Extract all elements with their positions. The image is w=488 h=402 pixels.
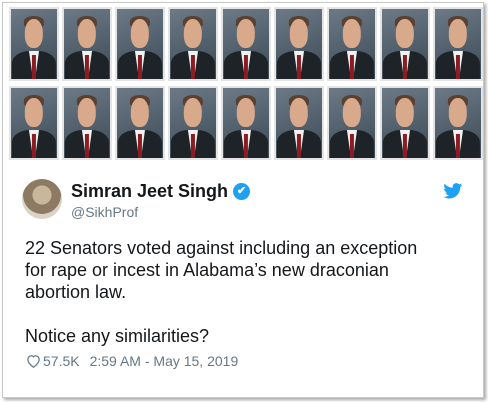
heart-icon[interactable] — [26, 354, 41, 368]
author-name-row[interactable]: Simran Jeet Singh ✔ — [71, 181, 251, 202]
senator-portrait — [62, 86, 112, 160]
senator-portrait — [433, 7, 483, 81]
senator-portrait — [380, 86, 430, 160]
senator-portrait — [327, 7, 377, 81]
senator-portrait — [327, 86, 377, 160]
senator-portrait — [221, 86, 271, 160]
like-count[interactable]: 57.5K — [43, 353, 80, 369]
tweet-meta: 57.5K 2:59 AM - May 15, 2019 — [26, 353, 238, 369]
screenshot-card: Simran Jeet Singh ✔ @SikhProf 22 Senator… — [2, 2, 484, 398]
author-name[interactable]: Simran Jeet Singh — [71, 181, 228, 202]
senator-portrait-grid — [9, 7, 483, 163]
senator-portrait — [62, 7, 112, 81]
verified-badge-icon: ✔ — [233, 183, 251, 200]
twitter-bird-icon[interactable] — [443, 183, 463, 199]
senator-portrait — [168, 86, 218, 160]
tweet-text: 22 Senators voted against including an e… — [25, 238, 418, 346]
senator-portrait — [380, 7, 430, 81]
senator-portrait — [433, 86, 483, 160]
senator-portrait — [9, 86, 59, 160]
senator-portrait — [115, 86, 165, 160]
senator-portrait — [9, 7, 59, 81]
senator-portrait — [274, 86, 324, 160]
senator-portrait — [221, 7, 271, 81]
senator-portrait — [168, 7, 218, 81]
senator-portrait — [274, 7, 324, 81]
tweet-timestamp[interactable]: 2:59 AM - May 15, 2019 — [90, 353, 239, 369]
senator-portrait — [115, 7, 165, 81]
author-handle[interactable]: @SikhProf — [71, 204, 138, 220]
author-avatar[interactable] — [22, 179, 62, 219]
